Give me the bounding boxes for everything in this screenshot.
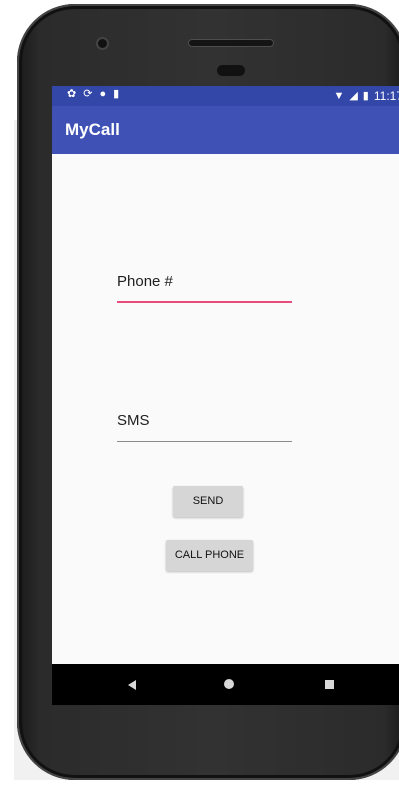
status-icons-right: ▼ ◢ ▮ 11:17	[333, 89, 399, 103]
battery-icon: ▮	[362, 89, 369, 102]
sms-label: SMS	[117, 412, 150, 429]
back-icon[interactable]	[128, 680, 136, 690]
home-icon[interactable]	[224, 679, 234, 689]
status-time: 11:17	[373, 89, 399, 103]
screenshot-stage: ✿ ⟳ ● ▮ ▼ ◢ ▮ 11:17 MyCall Phone #	[0, 0, 399, 785]
phone-number-label: Phone #	[117, 273, 173, 290]
sms-field[interactable]: SMS	[117, 412, 292, 442]
gear-icon: ✿	[67, 88, 77, 100]
phone-number-field[interactable]: Phone #	[117, 273, 292, 303]
proximity-sensor	[217, 65, 245, 76]
app-title: MyCall	[65, 120, 120, 139]
send-button[interactable]: SEND	[173, 486, 243, 517]
wifi-icon: ▼	[333, 89, 345, 102]
sync-icon: ⟳	[83, 88, 93, 100]
status-bar: ✿ ⟳ ● ▮ ▼ ◢ ▮ 11:17	[52, 86, 399, 106]
front-camera	[98, 39, 107, 48]
phone-number-underline	[117, 301, 292, 303]
status-icons-left: ✿ ⟳ ● ▮	[67, 89, 119, 100]
recent-apps-icon[interactable]	[325, 680, 334, 689]
circle-icon: ●	[99, 88, 107, 100]
signal-icon: ◢	[349, 89, 358, 102]
system-navigation-bar	[52, 664, 399, 705]
sim-icon: ▮	[113, 88, 120, 100]
earpiece-speaker	[188, 39, 274, 47]
phone-screen: ✿ ⟳ ● ▮ ▼ ◢ ▮ 11:17 MyCall Phone #	[52, 86, 399, 705]
phone-frame: ✿ ⟳ ● ▮ ▼ ◢ ▮ 11:17 MyCall Phone #	[17, 4, 399, 780]
sms-underline	[117, 441, 292, 442]
call-phone-button[interactable]: CALL PHONE	[166, 540, 253, 571]
app-bar: MyCall	[52, 106, 399, 154]
